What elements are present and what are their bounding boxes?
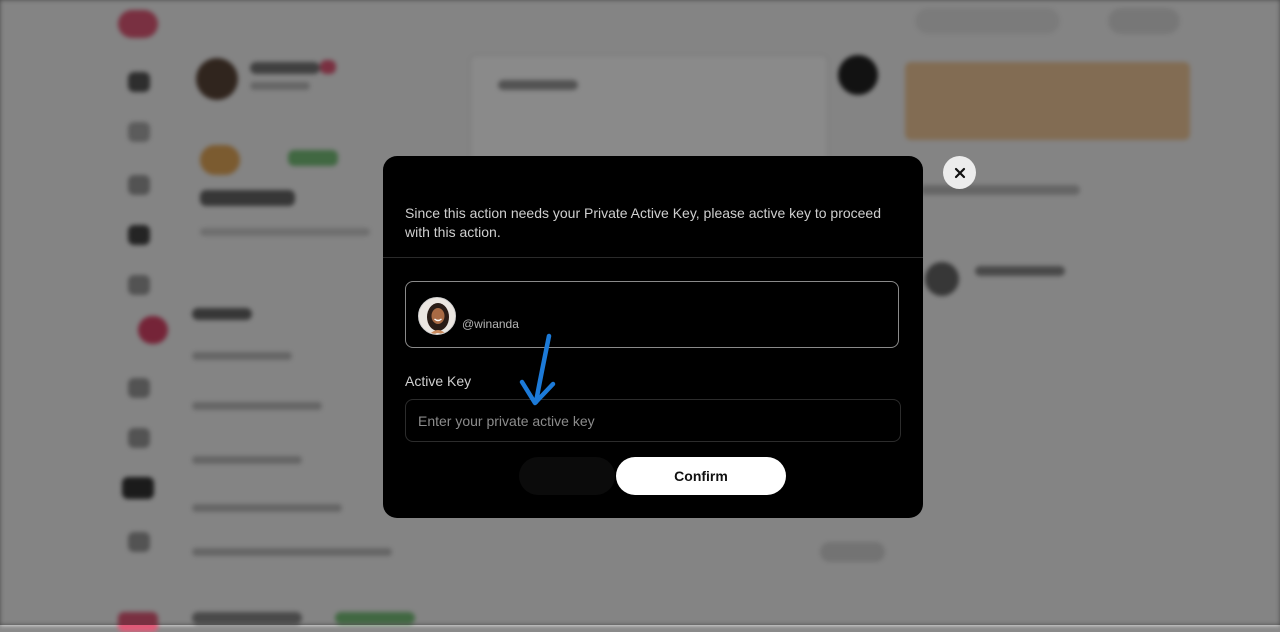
modal-divider	[383, 257, 923, 258]
hidden-secondary-button	[519, 457, 615, 495]
close-icon	[954, 167, 965, 178]
user-avatar-photo	[419, 298, 455, 334]
account-card: @winanda	[405, 281, 899, 348]
close-modal-button[interactable]	[943, 156, 976, 189]
account-username: @winanda	[462, 317, 519, 331]
confirm-button[interactable]: Confirm	[616, 457, 786, 495]
active-key-label: Active Key	[405, 373, 472, 389]
avatar	[418, 297, 456, 335]
active-key-input[interactable]	[405, 399, 901, 442]
annotation-arrow-icon	[519, 333, 556, 406]
active-key-modal: Since this action needs your Private Act…	[383, 156, 923, 518]
modal-message: Since this action needs your Private Act…	[405, 205, 881, 240]
